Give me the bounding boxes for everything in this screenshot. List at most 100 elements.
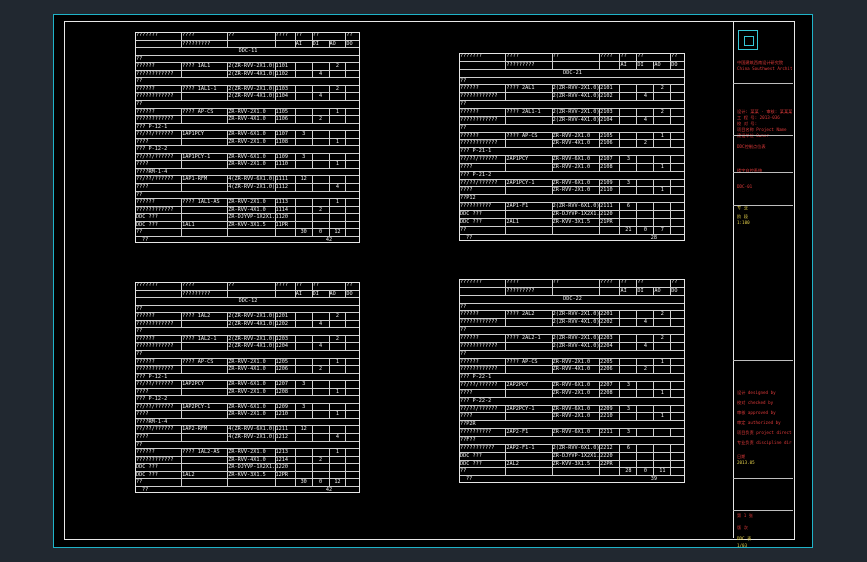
table-subheader-row: ????????? AI DI AO DO: [135, 39, 360, 48]
table-cell: 2103: [600, 108, 613, 115]
grid-line: [599, 311, 601, 319]
grid-line: [619, 444, 621, 452]
header-cell: ??: [552, 53, 559, 59]
table-cell: 2210: [600, 413, 613, 420]
grid-line: [619, 429, 621, 436]
grid-line: [505, 85, 507, 93]
grid-line: [636, 468, 638, 476]
table-cell: 2208: [600, 389, 613, 396]
project-info-line: 校 对 号:: [737, 121, 758, 126]
grid-line: [653, 187, 655, 195]
grid-line: [619, 460, 621, 468]
grid-line: [227, 176, 229, 183]
table-cell: 2105: [600, 132, 613, 139]
table-row: ??: [135, 77, 360, 85]
grid-line: [551, 468, 553, 476]
table-cell: ZR-RVV-2X1.0: [552, 187, 591, 194]
table-cell: 4: [643, 319, 647, 326]
grid-line: [599, 93, 601, 101]
table-cell: 2(ZR-RVV-4X1.0): [552, 93, 600, 100]
grid-line: [551, 53, 553, 61]
grid-line: [670, 366, 672, 374]
title-block-divider: [733, 478, 793, 479]
table-cell: 2211: [600, 429, 613, 436]
subheader-cell: DO: [671, 61, 678, 68]
signature-line: 专业负责 discipline director: [737, 440, 792, 445]
table-row: ??: [459, 76, 685, 85]
table-header-row: ???????????????????????: [135, 282, 360, 290]
grid-line: [636, 287, 638, 295]
grid-line: [345, 388, 347, 396]
table-cell: ???? 2AL1: [506, 85, 535, 92]
table-cell: 12: [300, 176, 307, 183]
grid-line: [636, 218, 638, 226]
grid-line: [505, 366, 507, 374]
table-cell: 2AL2: [506, 460, 519, 467]
grid-line: [653, 179, 655, 187]
grid-line: [670, 226, 672, 234]
table-row: ??/??/?????? 2AP1PCY ZR-RVV-6X1.0 2107 3: [459, 155, 685, 163]
table-cell: 1: [660, 163, 664, 170]
table-cell: 3: [626, 429, 630, 436]
table-cell: 11: [659, 468, 666, 475]
grid-line: [653, 85, 655, 93]
header-cell: ??: [346, 32, 353, 38]
grid-line: [599, 366, 601, 374]
subheader-cell: ?????????: [506, 61, 535, 68]
table-total-row: 28??: [459, 233, 685, 242]
table-cell: DDC ???: [136, 464, 158, 471]
table-row: ?????? ???? 2AL2-1 2(ZR-RVV-2X1.0) 2203 2: [459, 333, 685, 342]
grid-line: [328, 176, 330, 183]
table-sum-row: ?? 30 0 12: [135, 228, 360, 236]
grid-line: [294, 426, 296, 433]
table-cell: ??/??/??????: [460, 156, 498, 163]
header-cell: ???????: [136, 282, 158, 288]
table-row: ??/??/?????? 1AP2PCY-1 ZR-RVV-6X1.0 1209 3: [135, 402, 360, 411]
grid-line: [181, 63, 183, 70]
grid-line: [619, 382, 621, 389]
grid-line: [636, 311, 638, 319]
grid-line: [551, 389, 553, 397]
grid-line: [505, 334, 507, 342]
grid-line: [294, 388, 296, 396]
grid-line: [653, 460, 655, 468]
table-cell: 4: [643, 116, 647, 123]
table-row: ???????????? ZR-RVV-4X1.0 1106 2: [135, 115, 360, 123]
table-cell: ????: [460, 187, 473, 194]
grid-line: [551, 405, 553, 413]
grid-line: [345, 426, 347, 433]
grid-line: [599, 382, 601, 389]
table-cell: 2120: [600, 211, 613, 217]
grid-line: [311, 464, 313, 471]
table-row: ???????????? 2(ZR-RVV-4X1.0) 2104 4: [459, 115, 685, 124]
grid-line: [636, 156, 638, 163]
grid-line: [619, 132, 621, 140]
grid-line: [274, 426, 276, 433]
table-cell: ??????????: [460, 429, 492, 436]
grid-line: [505, 468, 507, 476]
table-subheader-row: ????????? AI DI AO DO: [135, 289, 360, 298]
table-row: ??/??/?????? 2AP2PCY-1 ZR-RVV-6X1.0 2209 3: [459, 404, 685, 413]
grid-line: [599, 85, 601, 93]
table-cell: 1108: [275, 138, 289, 145]
grid-line: [653, 468, 655, 476]
header-cell: ????: [600, 279, 613, 285]
subheader-cell: DI: [637, 287, 644, 294]
grid-line: [619, 61, 621, 69]
grid-line: [636, 366, 638, 374]
table-row: ???? 4(ZR-RVV-2X1.0) 1112 4: [135, 183, 360, 191]
grid-line: [670, 452, 672, 460]
header-cell: ????: [182, 282, 195, 288]
table-sum-row: ?? 28 0 11: [459, 467, 685, 476]
grid-line: [670, 156, 672, 163]
table-cell: 2(ZR-RVV-6X1.0): [552, 444, 600, 451]
table-cell: ????????????: [460, 366, 498, 373]
grid-line: [328, 313, 330, 320]
grid-line: [294, 214, 296, 221]
table-title: DDC-21: [563, 69, 582, 76]
grid-line: [619, 116, 621, 124]
table-cell: 2101: [600, 85, 613, 92]
grid-line: [274, 313, 276, 320]
grid-line: [619, 366, 621, 374]
table-cell: ??: [460, 327, 467, 334]
